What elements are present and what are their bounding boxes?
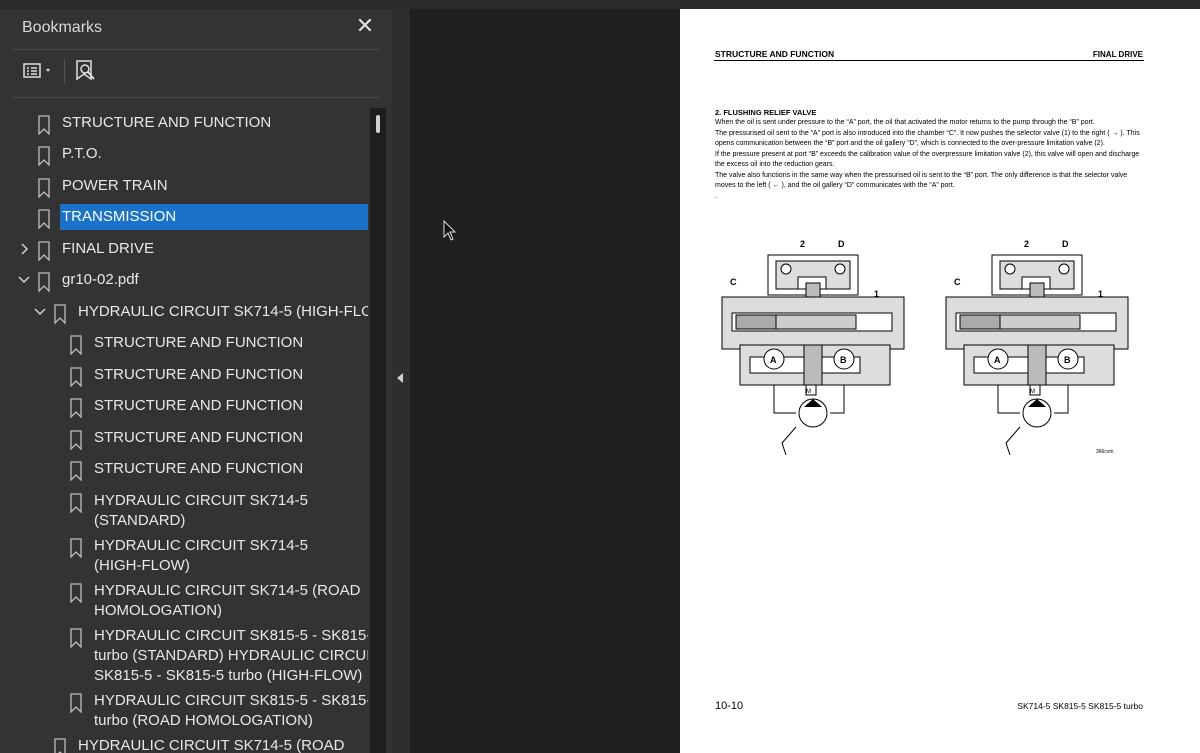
bookmark-icon — [38, 272, 50, 293]
bookmark-icon — [38, 115, 50, 136]
bookmark-label-line3: SK815-5 - SK815-5 turbo (HIGH-FLOW) — [94, 667, 363, 684]
panel-title: Bookmarks — [22, 19, 103, 36]
label-b: B — [1064, 355, 1071, 365]
scrollbar-track[interactable] — [370, 108, 386, 753]
page-number: 10-10 — [715, 700, 744, 712]
label-m: M — [806, 389, 811, 395]
label-m: M — [1030, 389, 1035, 395]
bookmark-icon — [38, 241, 50, 262]
label-c: C — [730, 277, 737, 287]
label-c: C — [954, 277, 961, 287]
valve-right — [945, 254, 1129, 456]
bookmark-label: TRANSMISSION — [60, 204, 368, 230]
bookmark-icon — [70, 461, 82, 482]
bookmark-label-line2: (HIGH-FLOW) — [94, 557, 190, 574]
bookmark-label-line2: (STANDARD) — [94, 512, 186, 529]
figure-code: 366cvm — [1096, 449, 1114, 455]
paragraph: The valve also functions in the same way… — [715, 171, 1128, 190]
collapse-panel-icon[interactable] — [397, 373, 403, 383]
mouse-pointer-icon — [443, 219, 457, 247]
bookmark-icon — [70, 693, 82, 714]
bookmark-label-line2: HOMOLOGATION) — [94, 602, 223, 619]
bookmark-icon — [70, 367, 82, 388]
bookmark-label: gr10-02.pdf — [62, 271, 139, 288]
chevron-down-icon[interactable] — [17, 273, 31, 287]
chevron-down-icon[interactable] — [33, 305, 47, 319]
bookmark-search-icon[interactable] — [74, 59, 98, 83]
bookmarks-panel: Bookmarks ✕ STRUCTURE AND FUNCTION P.T.O… — [0, 9, 392, 753]
bookmark-label: HYDRAULIC CIRCUIT SK714-5 — [94, 492, 308, 509]
bookmark-icon — [54, 304, 66, 325]
bookmark-label: STRUCTURE AND FUNCTION — [94, 460, 304, 477]
bookmark-label: HYDRAULIC CIRCUIT SK714-5 (HIGH-FLOW) — [78, 303, 368, 320]
valve-left — [721, 254, 905, 456]
bookmark-icon — [38, 178, 50, 199]
tool-divider — [64, 59, 65, 83]
bookmark-icon — [70, 628, 82, 649]
bookmark-label: STRUCTURE AND FUNCTION — [62, 114, 272, 131]
label-a: A — [994, 355, 1001, 365]
bookmark-label: HYDRAULIC CIRCUIT SK714-5 (ROAD — [78, 737, 345, 753]
bookmark-label: HYDRAULIC CIRCUIT SK714-5 — [94, 537, 308, 554]
pdf-page: STRUCTURE AND FUNCTION FINAL DRIVE 2. FL… — [680, 9, 1200, 753]
header-rule — [714, 60, 1144, 61]
bookmark-label: STRUCTURE AND FUNCTION — [94, 334, 304, 351]
bookmark-icon — [70, 430, 82, 451]
label-1: 1 — [874, 289, 879, 299]
bookmark-icon — [38, 146, 50, 167]
bookmark-label: STRUCTURE AND FUNCTION — [94, 429, 304, 446]
close-icon[interactable]: ✕ — [352, 13, 378, 39]
bookmark-label: HYDRAULIC CIRCUIT SK815-5 - SK815-5 — [94, 627, 368, 644]
bookmark-icon — [70, 538, 82, 559]
bookmark-icon — [70, 493, 82, 514]
section-title: 2. FLUSHING RELIEF VALVE — [715, 108, 817, 117]
page-footer-models: SK714-5 SK815-5 SK815-5 turbo — [1017, 701, 1143, 711]
bookmark-label: HYDRAULIC CIRCUIT SK714-5 (ROAD — [94, 582, 361, 599]
document-viewer-background — [410, 9, 680, 753]
label-b: B — [840, 355, 847, 365]
options-menu-icon[interactable] — [22, 59, 58, 83]
paragraph: When the oil is sent under pressure to t… — [715, 119, 1095, 126]
page-header-right: FINAL DRIVE — [1092, 50, 1143, 59]
scrollbar-thumb[interactable] — [376, 115, 380, 133]
bookmark-tree: STRUCTURE AND FUNCTION P.T.O. POWER TRAI… — [0, 100, 368, 753]
bookmark-icon — [54, 738, 66, 753]
valve-diagram: 2 D 1 C A B 2 D 1 C A B M M 366cvm — [721, 239, 1129, 456]
label-d: D — [1062, 239, 1069, 249]
bookmark-icon — [70, 335, 82, 356]
bookmark-label: STRUCTURE AND FUNCTION — [94, 397, 304, 414]
bookmark-icon — [38, 209, 50, 230]
bookmark-label: HYDRAULIC CIRCUIT SK815-5 - SK815-5 — [94, 692, 368, 709]
paragraph: The pressurised oil sent to the “A” port… — [715, 129, 1140, 148]
chevron-right-icon[interactable] — [18, 242, 32, 256]
label-2: 2 — [800, 239, 805, 249]
label-d: D — [838, 239, 845, 249]
paragraph: If the pressure present at port “B” exce… — [715, 150, 1140, 169]
bookmark-icon — [70, 583, 82, 604]
page-header-left: STRUCTURE AND FUNCTION — [715, 49, 835, 59]
bookmark-label: P.T.O. — [62, 145, 102, 162]
bookmark-label: STRUCTURE AND FUNCTION — [94, 366, 304, 383]
label-1: 1 — [1098, 289, 1103, 299]
bookmark-label-line2: turbo (STANDARD) HYDRAULIC CIRCUIT — [94, 647, 368, 664]
top-bar — [0, 0, 1200, 9]
divider — [12, 97, 379, 98]
bookmark-label: POWER TRAIN — [62, 177, 168, 194]
label-a: A — [770, 355, 777, 365]
bookmark-label: FINAL DRIVE — [62, 240, 154, 257]
label-2: 2 — [1024, 239, 1029, 249]
page-body: When the oil is sent under pressure to t… — [715, 118, 1145, 202]
paragraph: . — [715, 192, 717, 200]
divider — [12, 49, 379, 50]
bookmark-icon — [70, 398, 82, 419]
bookmark-label-line2: turbo (ROAD HOMOLOGATION) — [94, 712, 313, 729]
